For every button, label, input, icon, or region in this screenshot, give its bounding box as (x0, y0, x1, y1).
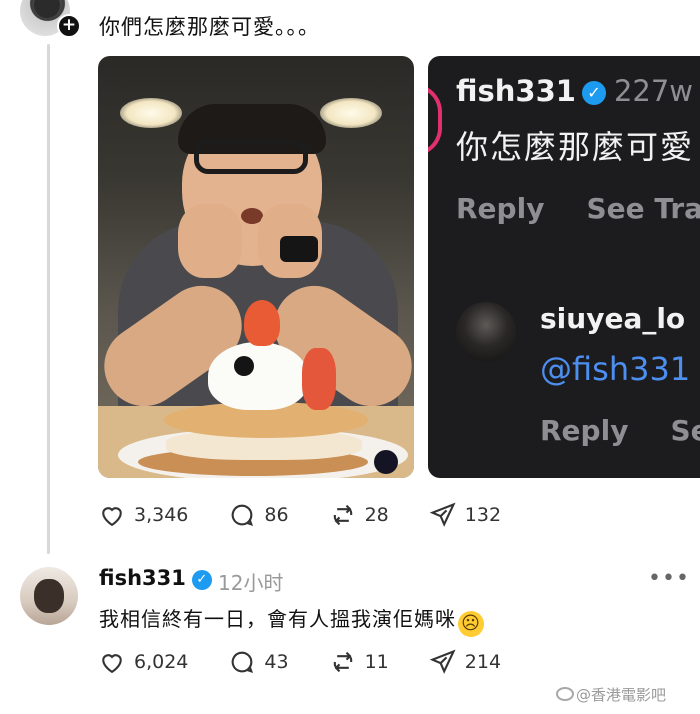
blueberry (374, 450, 398, 474)
comment-count: 43 (264, 651, 289, 673)
screenshot-reply: Reply (456, 192, 545, 225)
blueberry (234, 356, 254, 376)
like-count: 3,346 (134, 504, 189, 526)
screenshot-reply-avatar (456, 302, 516, 362)
watermark: @香港電影吧 (556, 684, 666, 705)
repost-icon (333, 651, 352, 673)
repost-count: 11 (364, 651, 389, 673)
lamp-right (320, 98, 382, 128)
reply-username[interactable]: fish331 (99, 566, 186, 590)
comment-screenshot[interactable]: fish331 ✓ 227w 你怎麼那麼可愛 Reply See Tra siuyea… (428, 56, 700, 478)
strawberry (302, 348, 336, 410)
repost-count: 28 (364, 504, 389, 526)
post-action-bar: 3,346 86 28 132 (98, 501, 541, 529)
like-button[interactable]: 6,024 (98, 648, 188, 676)
avatar-head (34, 0, 60, 18)
repost-button[interactable]: 11 (329, 648, 389, 676)
post-text: 你們怎麼那麼可愛。。。 (99, 15, 320, 39)
screenshot-reply-2: Reply (540, 414, 629, 447)
screenshot-username: fish331 (456, 74, 576, 108)
story-ring (428, 84, 442, 156)
frown-emoji-icon: ☹ (458, 611, 484, 637)
lamp-left (120, 98, 182, 128)
more-options-icon[interactable]: ••• (648, 566, 690, 591)
repost-button[interactable]: 28 (329, 501, 389, 529)
share-count: 132 (464, 504, 502, 526)
thread-line (47, 44, 50, 554)
send-icon (429, 502, 456, 527)
share-count: 214 (464, 651, 502, 673)
reply-avatar[interactable] (20, 567, 78, 625)
reply-username-line: fish331 ✓ (99, 566, 212, 590)
comment-icon (232, 651, 254, 673)
verified-badge-icon: ✓ (191, 570, 212, 590)
comment-button[interactable]: 43 (228, 648, 289, 676)
follow-plus-icon[interactable]: + (57, 14, 81, 38)
person-watch (280, 236, 318, 262)
screenshot-see-translation: See Tra (586, 192, 700, 225)
person-glasses (194, 140, 308, 174)
heart-icon (102, 654, 122, 674)
screenshot-message: 你怎麼那麼可愛 (456, 128, 695, 166)
screenshot-reply-username: siuyea_lo (540, 302, 686, 335)
whipped-cream (208, 342, 308, 410)
repost-icon (333, 504, 352, 526)
watermark-text: @香港電影吧 (576, 686, 667, 704)
screenshot-mention: @fish331 (540, 350, 691, 388)
like-count: 6,024 (134, 651, 189, 673)
weibo-icon (556, 687, 574, 701)
avatar-person (34, 579, 64, 613)
send-icon (429, 649, 456, 674)
heart-icon (102, 507, 122, 527)
screenshot-time: 227w (613, 74, 694, 108)
share-button[interactable]: 214 (429, 648, 501, 676)
reply-text: 我相信終有一日，會有人搵我演佢媽咪 ☹ (99, 603, 484, 637)
post-photo[interactable] (98, 56, 414, 478)
screenshot-actions-2: Reply Se (540, 414, 700, 447)
verified-badge-icon: ✓ (581, 81, 606, 105)
share-button[interactable]: 132 (429, 501, 501, 529)
like-button[interactable]: 3,346 (98, 501, 188, 529)
comment-icon (232, 504, 254, 526)
reply-text-body: 我相信終有一日，會有人搵我演佢媽咪 (99, 607, 456, 631)
screenshot-actions: Reply See Tra (456, 192, 700, 225)
reply-action-bar: 6,024 43 11 214 (98, 648, 541, 676)
screenshot-see-2: Se (670, 414, 700, 447)
comment-button[interactable]: 86 (228, 501, 289, 529)
reply-time: 12小时 (218, 571, 284, 595)
strawberry (244, 300, 280, 346)
screenshot-user-line: fish331 ✓ 227w (456, 74, 693, 108)
comment-count: 86 (264, 504, 289, 526)
person-hand-left (178, 204, 242, 278)
